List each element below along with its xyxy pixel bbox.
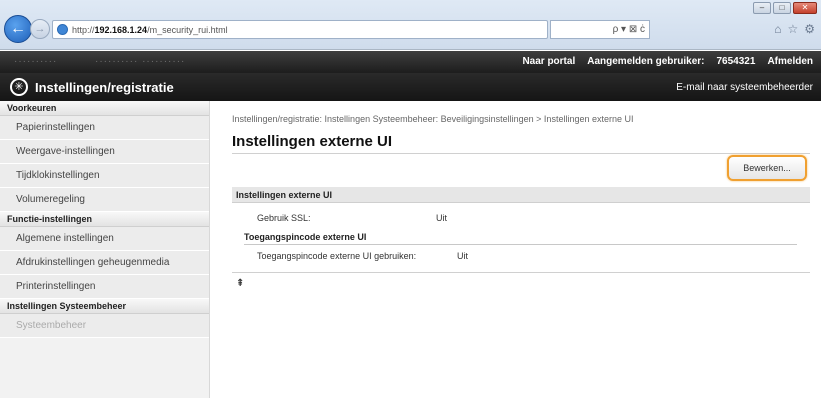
- divider: [244, 244, 797, 245]
- sidebar-item-timer-settings[interactable]: Tijdklokinstellingen: [0, 164, 209, 188]
- sidebar-item-paper-settings[interactable]: Papierinstellingen: [0, 116, 209, 140]
- home-icon[interactable]: ⌂: [774, 22, 781, 36]
- logged-in-label: Aangemelden gebruiker:: [587, 56, 705, 67]
- sidebar-item-printer-settings[interactable]: Printerinstellingen: [0, 275, 209, 299]
- maximize-button[interactable]: □: [773, 2, 791, 14]
- sidebar-heading-management-settings: Instellingen Systeembeheer: [0, 299, 209, 314]
- address-bar[interactable]: http://192.168.1.24/m_security_rui.html: [52, 20, 548, 39]
- topbar-links: Naar portal Aangemelden gebruiker: 76543…: [522, 56, 813, 67]
- settings-registration-icon: ✳: [10, 78, 28, 96]
- ssl-value: Uit: [436, 213, 447, 223]
- favorites-star-icon[interactable]: ☆: [787, 22, 798, 36]
- sidebar-item-common-settings[interactable]: Algemene instellingen: [0, 227, 209, 251]
- back-to-top-icon[interactable]: ⇞: [236, 278, 244, 289]
- window-controls: – □ ✕: [753, 2, 817, 14]
- url-path: /m_security_rui.html: [147, 24, 228, 35]
- sidebar-item-display-settings[interactable]: Weergave-instellingen: [0, 140, 209, 164]
- url-host: 192.168.1.24: [94, 24, 148, 35]
- browser-toolbar-icons: ⌂ ☆ ⚙: [774, 22, 815, 36]
- app-titlebar: ✳ Instellingen/registratie E-mail naar s…: [0, 73, 821, 101]
- pin-label: Toegangspincode externe UI gebruiken:: [257, 251, 417, 261]
- pin-value: Uit: [457, 251, 468, 261]
- breadcrumb: Instellingen/registratie: Instellingen S…: [232, 114, 634, 124]
- back-arrow-icon[interactable]: ←: [4, 15, 32, 43]
- browser-chrome: – □ ✕ ← → http://192.168.1.24/m_security…: [0, 0, 821, 50]
- forward-arrow-icon[interactable]: →: [30, 19, 50, 39]
- sidebar-item-volume[interactable]: Volumeregeling: [0, 188, 209, 212]
- sidebar-heading-function-settings: Functie-instellingen: [0, 212, 209, 227]
- sidebar-heading-preferences: Voorkeuren: [0, 101, 209, 116]
- logged-in-user: 7654321: [716, 56, 756, 67]
- close-window-button[interactable]: ✕: [793, 2, 817, 14]
- sidebar-item-system-management[interactable]: Systeembeheer: [0, 314, 209, 338]
- app-title: Instellingen/registratie: [35, 80, 174, 95]
- brand-blurred-text-2: ·········· ··········: [95, 56, 186, 67]
- divider: [232, 272, 810, 273]
- section-header: Instellingen externe UI: [232, 187, 810, 203]
- edit-button[interactable]: Bewerken...: [727, 155, 807, 181]
- brand-blurred-text: ··········: [14, 56, 58, 67]
- url-prefix: http://: [72, 24, 95, 35]
- minimize-button[interactable]: –: [753, 2, 771, 14]
- ssl-label: Gebruik SSL:: [257, 213, 311, 223]
- url-text[interactable]: http://192.168.1.24/m_security_rui.html: [72, 25, 228, 35]
- top-bar: ·········· ·········· ·········· Naar po…: [0, 51, 821, 73]
- sidebar: Voorkeuren Papierinstellingen Weergave-i…: [0, 101, 210, 398]
- gear-icon[interactable]: ⚙: [804, 22, 815, 36]
- main-content: Instellingen/registratie: Instellingen S…: [224, 101, 814, 398]
- admin-mail-link[interactable]: E-mail naar systeembeheerder: [676, 82, 813, 93]
- divider: [232, 153, 810, 154]
- sidebar-item-memory-media-print[interactable]: Afdrukinstellingen geheugenmedia: [0, 251, 209, 275]
- page-title: Instellingen externe UI: [232, 133, 393, 150]
- search-refresh-icons[interactable]: ρ ▾ ⊠ ċ: [613, 24, 645, 35]
- pin-subheading: Toegangspincode externe UI: [244, 232, 367, 242]
- address-controls[interactable]: ρ ▾ ⊠ ċ: [550, 20, 650, 39]
- portal-link[interactable]: Naar portal: [522, 56, 575, 67]
- logout-link[interactable]: Afmelden: [767, 56, 813, 67]
- page-globe-icon: [57, 24, 68, 35]
